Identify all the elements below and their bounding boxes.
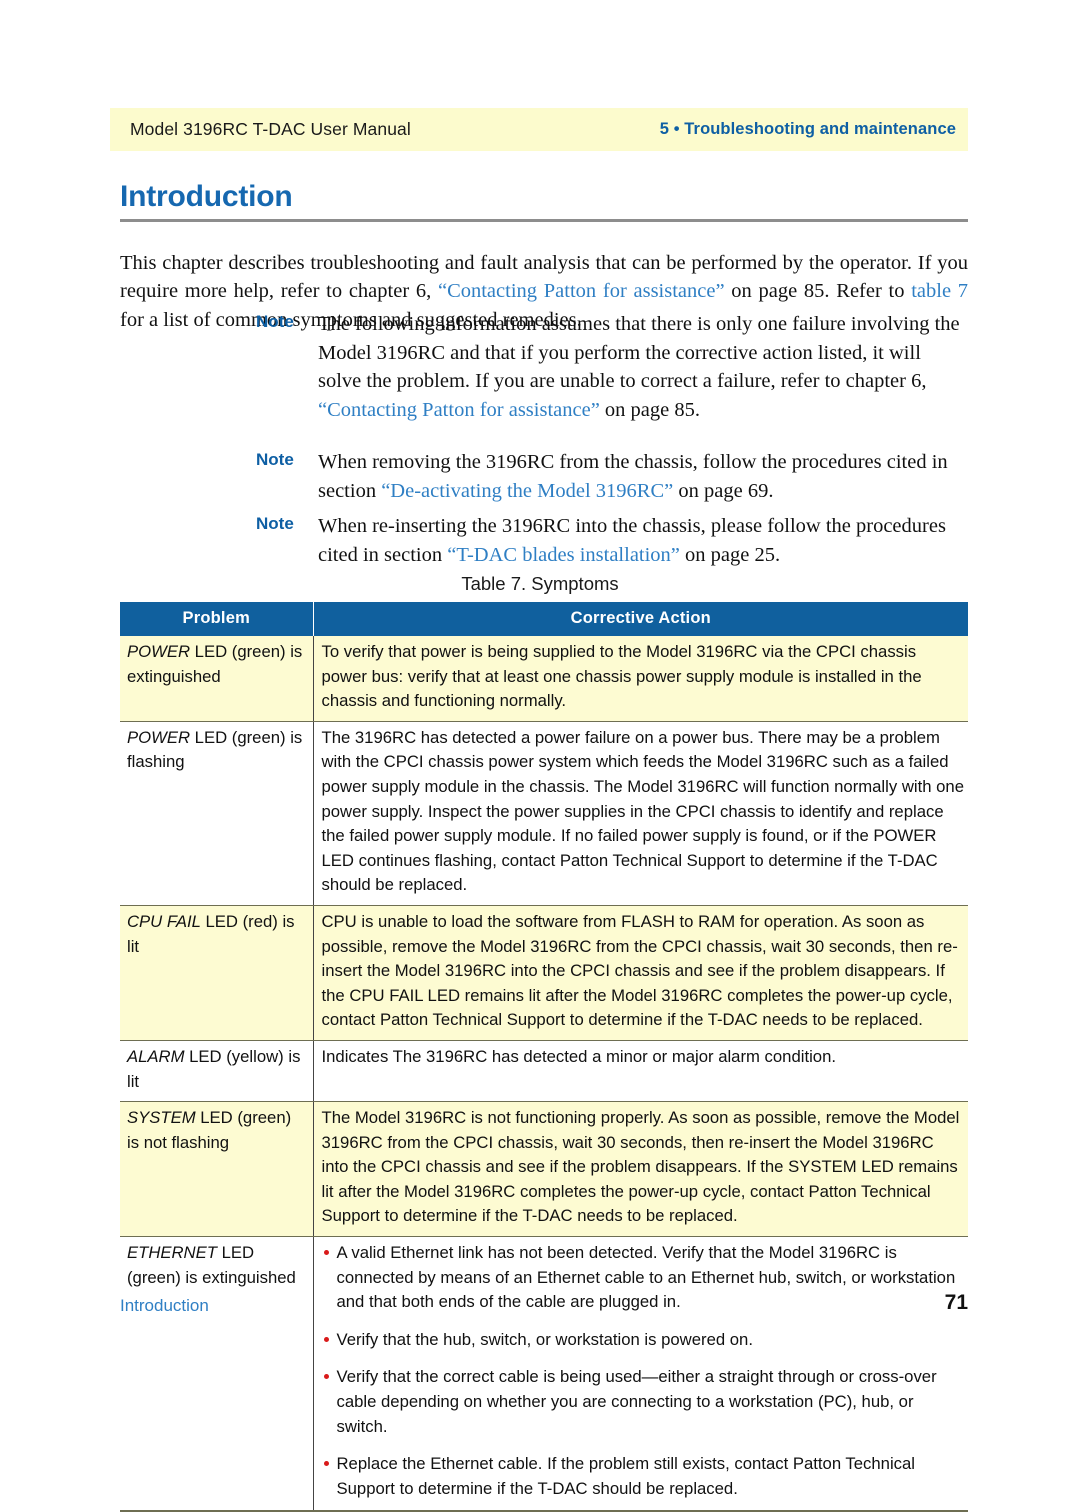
link-deactivating-model[interactable]: “De-activating the Model 3196RC”	[381, 480, 673, 502]
note-body: When removing the 3196RC from the chassi…	[318, 448, 968, 505]
note-body: When re-inserting the 3196RC into the ch…	[318, 512, 968, 569]
note-label: Note	[256, 312, 294, 331]
section-divider	[120, 219, 968, 222]
list-item: Replace the Ethernet cable. If the probl…	[322, 1452, 965, 1501]
note-block-1: Note The following information assumes t…	[256, 310, 968, 424]
note-label: Note	[256, 514, 294, 533]
document-page: Model 3196RC T-DAC User Manual 5 • Troub…	[0, 0, 1080, 1512]
table-row: CPU FAIL LED (red) is lit CPU is unable …	[120, 905, 968, 1041]
led-name: POWER	[127, 642, 191, 661]
table-row: ETHERNET LED (green) is extinguished A v…	[120, 1236, 968, 1512]
link-contacting-patton[interactable]: “Contacting Patton for assistance”	[438, 280, 725, 302]
running-header-chapter-title: 5 • Troubleshooting and maintenance	[659, 120, 956, 138]
led-name: ALARM	[127, 1046, 185, 1066]
table-caption: Table 7. Symptoms	[461, 573, 619, 594]
page-number: 71	[944, 1291, 968, 1314]
table-row: ALARM LED (yellow) is lit Indicates The …	[120, 1040, 968, 1103]
link-table-7[interactable]: table 7	[911, 280, 968, 302]
note-text-2: on page 85.	[599, 398, 700, 421]
note-body: The following information assumes that t…	[318, 310, 968, 424]
table-header-row: Problem Corrective Action	[120, 602, 968, 636]
cell-corrective-action: CPU is unable to load the software from …	[312, 905, 968, 1041]
led-name: ETHERNET	[127, 1243, 217, 1263]
note-block-3: Note When re-inserting the 3196RC into t…	[256, 512, 968, 569]
list-item: A valid Ethernet link has not been detec…	[322, 1241, 965, 1315]
cell-problem: POWER LED (green) is flashing	[120, 721, 313, 906]
column-header-corrective-action: Corrective Action	[312, 602, 968, 636]
list-item: Verify that the hub, switch, or workstat…	[322, 1328, 965, 1353]
table-row: SYSTEM LED (green) is not flashing The M…	[120, 1101, 968, 1238]
cell-corrective-action: A valid Ethernet link has not been detec…	[312, 1236, 968, 1512]
led-name: CPU FAIL	[127, 911, 201, 931]
link-tdac-blades-installation[interactable]: “T-DAC blades installation”	[447, 544, 680, 566]
running-header-manual-title: Model 3196RC T-DAC User Manual	[130, 119, 411, 139]
note-text-1: The following information assumes that t…	[318, 313, 960, 393]
cell-corrective-action: The 3196RC has detected a power failure …	[312, 721, 968, 906]
note-text-2: on page 25.	[679, 543, 781, 566]
symptoms-table: Problem Corrective Action POWER LED (gre…	[120, 602, 968, 1512]
cell-problem: POWER LED (green) is extinguished	[120, 636, 313, 722]
running-header: Model 3196RC T-DAC User Manual 5 • Troub…	[110, 108, 968, 151]
intro-text-2: on page 85. Refer to	[724, 280, 912, 302]
cell-corrective-action: To verify that power is being supplied t…	[312, 636, 968, 722]
led-name: SYSTEM	[127, 1108, 196, 1128]
table-head: Problem Corrective Action	[120, 602, 968, 636]
list-item: Verify that the correct cable is being u…	[322, 1365, 965, 1439]
note-block-2: Note When removing the 3196RC from the c…	[256, 448, 968, 505]
symptoms-table-wrapper: Problem Corrective Action POWER LED (gre…	[120, 602, 968, 1512]
footer-section-label: Introduction	[120, 1296, 209, 1315]
cell-corrective-action: The Model 3196RC is not functioning prop…	[312, 1101, 968, 1238]
cell-problem: ETHERNET LED (green) is extinguished	[120, 1236, 313, 1512]
cell-problem: ALARM LED (yellow) is lit	[120, 1040, 313, 1103]
led-name: POWER	[127, 727, 191, 747]
link-contacting-patton[interactable]: “Contacting Patton for assistance”	[318, 399, 600, 421]
cell-corrective-action: Indicates The 3196RC has detected a mino…	[312, 1040, 968, 1103]
cell-problem: SYSTEM LED (green) is not flashing	[120, 1101, 313, 1238]
column-header-problem: Problem	[120, 602, 313, 636]
table-body: POWER LED (green) is extinguished To ver…	[120, 636, 968, 1512]
page-title: Introduction	[120, 180, 293, 213]
corrective-action-list: A valid Ethernet link has not been detec…	[322, 1241, 965, 1501]
cell-problem: CPU FAIL LED (red) is lit	[120, 905, 313, 1041]
note-label: Note	[256, 450, 294, 469]
note-text-2: on page 69.	[673, 479, 774, 502]
table-row: POWER LED (green) is extinguished To ver…	[120, 636, 968, 722]
table-row: POWER LED (green) is flashing The 3196RC…	[120, 721, 968, 906]
